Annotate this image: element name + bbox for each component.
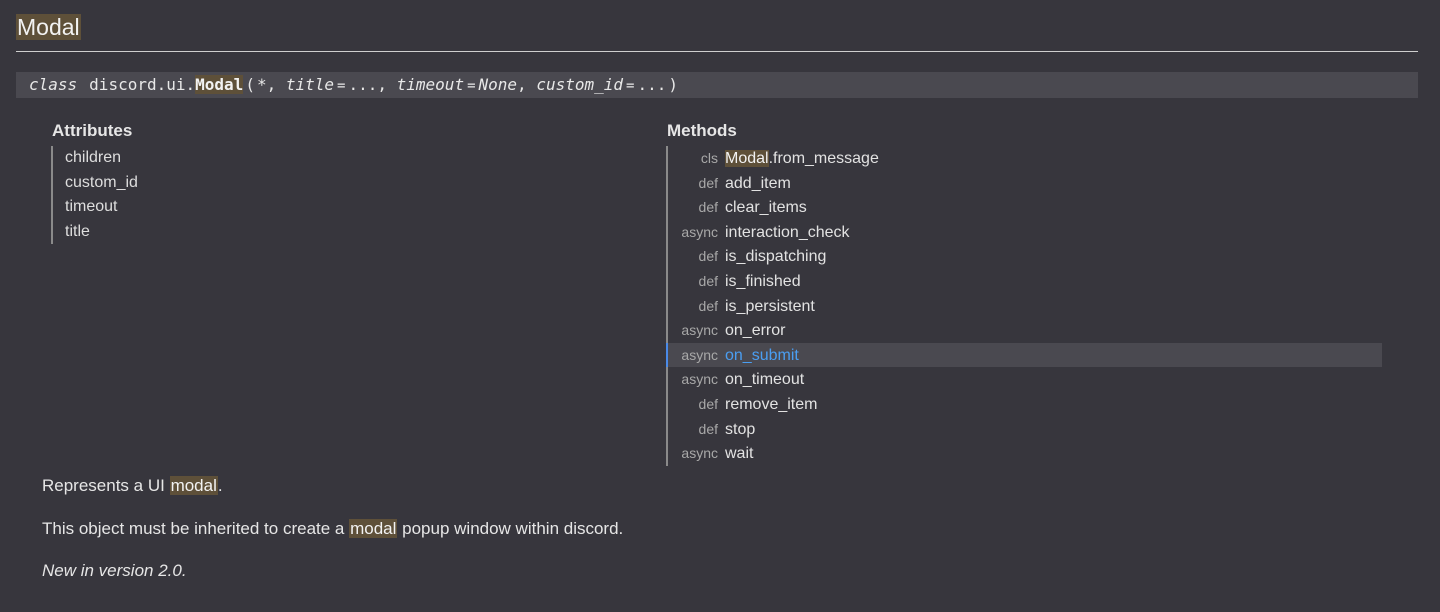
methods-column: Methods cls Modal.from_message def add_ite… <box>666 120 1382 466</box>
method-kind: def <box>698 174 718 191</box>
description-text: Represents a UI <box>42 476 170 495</box>
attributes-heading: Attributes <box>52 121 133 140</box>
method-row-interaction-check[interactable]: async interaction_check <box>668 220 1382 245</box>
description-text: popup window within discord. <box>397 519 624 538</box>
method-kind: def <box>698 297 718 314</box>
method-name-suffix: .from_message <box>768 150 879 167</box>
attribute-link-children[interactable]: children <box>65 146 138 171</box>
description-paragraph-2: This object must be inherited to create … <box>42 519 623 539</box>
attribute-link-timeout[interactable]: timeout <box>65 195 138 220</box>
method-row-is-persistent[interactable]: def is_persistent <box>668 294 1382 319</box>
methods-list: cls Modal.from_message def add_item def cle… <box>666 146 1382 466</box>
section-title: Modal <box>16 0 1418 42</box>
signature-comma: , <box>517 75 527 94</box>
version-note: New in version 2.0. <box>42 561 187 580</box>
search-highlight: modal <box>349 519 398 538</box>
method-kind: def <box>698 395 718 412</box>
method-link-is-finished[interactable]: is_finished <box>725 270 801 294</box>
section-title-text: Modal <box>16 14 81 40</box>
method-kind: async <box>681 371 718 388</box>
description-text: . <box>217 476 223 495</box>
description-paragraph-1: Represents a UI modal. <box>42 476 223 496</box>
description-text: This object must be inherited to create … <box>42 519 350 538</box>
method-row-is-dispatching[interactable]: def is_dispatching <box>668 244 1382 269</box>
method-link-is-dispatching[interactable]: is_dispatching <box>725 245 826 269</box>
method-kind: async <box>681 445 718 462</box>
signature-eq: = <box>337 78 346 94</box>
method-link-remove-item[interactable]: remove_item <box>725 393 817 417</box>
method-row-on-submit-active[interactable]: async on_submit <box>666 342 1382 368</box>
class-signature: class discord.ui.Modal(*, title =..., time… <box>16 72 1418 98</box>
method-kind: async <box>681 223 718 240</box>
signature-param-title-default: ..., <box>348 75 387 94</box>
method-row-wait[interactable]: async wait <box>668 441 1382 466</box>
attribute-link-custom-id[interactable]: custom_id <box>65 171 138 196</box>
method-kind: def <box>698 248 718 265</box>
method-row-on-error[interactable]: async on_error <box>668 318 1382 343</box>
method-link-from-message[interactable]: Modal.from_message <box>725 147 879 171</box>
signature-param-timeout-default: None <box>478 75 518 94</box>
signature-eq: = <box>467 78 476 94</box>
method-row-stop[interactable]: def stop <box>668 417 1382 442</box>
method-kind: async <box>681 322 718 339</box>
signature-param-custom-id: custom_id <box>536 75 624 94</box>
method-link-wait[interactable]: wait <box>725 442 753 466</box>
method-link-clear-items[interactable]: clear_items <box>725 196 807 220</box>
method-link-interaction-check[interactable]: interaction_check <box>725 221 850 245</box>
signature-module: discord.ui. <box>89 75 196 94</box>
method-row-is-finished[interactable]: def is_finished <box>668 269 1382 294</box>
method-row-remove-item[interactable]: def remove_item <box>668 392 1382 417</box>
method-row-add-item[interactable]: def add_item <box>668 171 1382 196</box>
method-kind: def <box>698 199 718 216</box>
title-divider <box>16 51 1418 52</box>
method-kind: def <box>698 272 718 289</box>
method-row-on-timeout[interactable]: async on_timeout <box>668 367 1382 392</box>
signature-param-custom-id-default: ... <box>637 75 667 94</box>
signature-param-timeout: timeout <box>396 75 465 94</box>
method-kind: cls <box>700 150 718 166</box>
methods-heading: Methods <box>667 121 737 140</box>
signature-close-paren: ) <box>668 75 679 94</box>
method-link-on-error[interactable]: on_error <box>725 319 785 343</box>
method-link-on-submit[interactable]: on_submit <box>725 344 799 368</box>
method-link-is-persistent[interactable]: is_persistent <box>725 295 815 319</box>
signature-star: *, <box>256 75 277 94</box>
method-link-on-timeout[interactable]: on_timeout <box>725 368 804 392</box>
signature-class-name: Modal <box>195 75 244 94</box>
method-link-stop[interactable]: stop <box>725 418 755 442</box>
attributes-column: Attributes children custom_id timeout ti… <box>51 120 138 245</box>
signature-param-title: title <box>285 75 335 94</box>
signature-keyword: class <box>29 75 78 94</box>
signature-open-paren: ( <box>245 75 255 94</box>
doc-page: Modal class discord.ui.Modal(*, title =...… <box>0 0 1440 612</box>
method-link-add-item[interactable]: add_item <box>725 172 791 196</box>
attributes-list: children custom_id timeout title <box>51 146 138 245</box>
attribute-link-title[interactable]: title <box>65 220 138 245</box>
search-highlight: modal <box>169 476 218 495</box>
method-kind: def <box>698 420 718 437</box>
method-row-from-message[interactable]: cls Modal.from_message <box>668 146 1382 171</box>
method-name-highlight: Modal <box>725 150 769 167</box>
method-kind: async <box>681 346 718 363</box>
class-summary: Attributes children custom_id timeout ti… <box>16 98 1418 466</box>
signature-eq: = <box>626 78 635 94</box>
method-row-clear-items[interactable]: def clear_items <box>668 195 1382 220</box>
